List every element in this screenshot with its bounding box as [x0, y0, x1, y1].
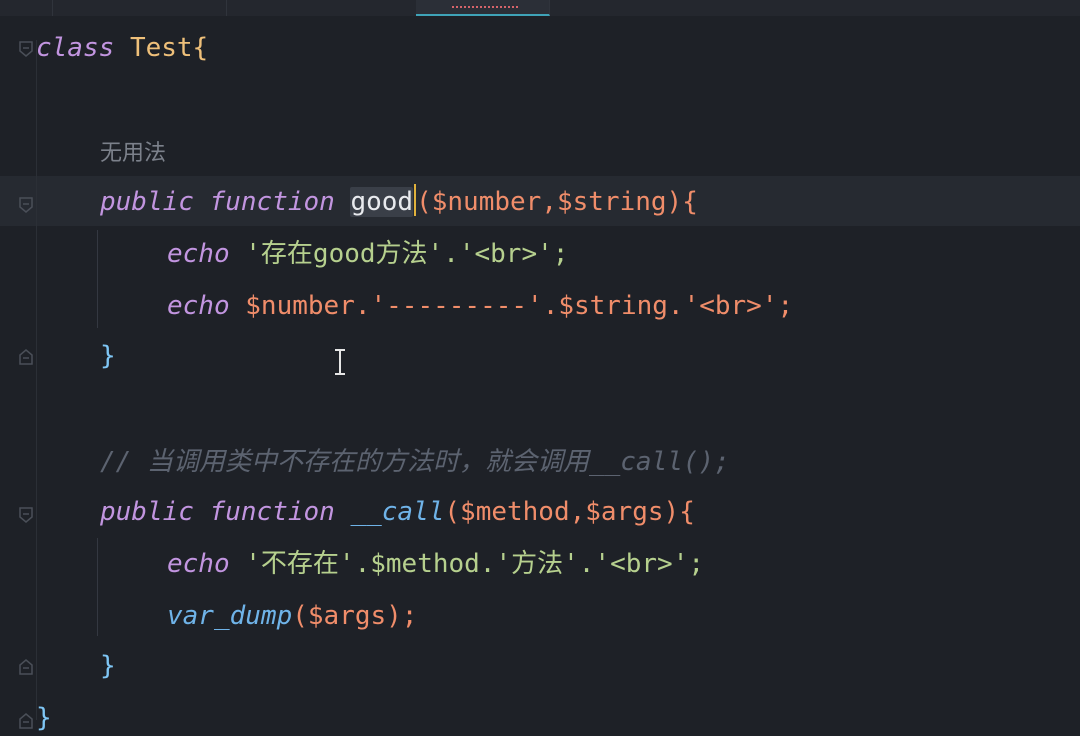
editor-tab[interactable]	[226, 0, 417, 16]
error-squiggle	[452, 2, 518, 8]
indent-guide	[97, 230, 98, 328]
closing-brace: }	[36, 703, 52, 733]
function-name: good	[350, 187, 414, 217]
usage-hint-label: 无用法	[100, 141, 167, 166]
function-name: __call	[350, 497, 445, 527]
code-line[interactable]: }	[100, 646, 116, 686]
keyword: public	[100, 497, 194, 527]
code-line[interactable]: echo '不存在'.$method.'方法'.'<br>';	[167, 544, 704, 584]
editor-tab-bar	[0, 0, 1080, 16]
code-line[interactable]: // 当调用类中不存在的方法时，就会调用__call();	[100, 442, 730, 482]
fold-open-icon[interactable]	[16, 40, 36, 58]
fold-open-icon[interactable]	[16, 196, 36, 214]
fold-open-icon[interactable]	[16, 506, 36, 524]
code-line[interactable]: }	[36, 698, 52, 736]
arguments: ($args);	[292, 601, 418, 631]
indent-guide	[36, 40, 37, 720]
fold-close-icon[interactable]	[16, 712, 36, 730]
parameters: ($number,$string){	[416, 187, 698, 217]
editor-tab[interactable]	[52, 0, 227, 16]
string-expression: '不存在'.$method.'方法'.'<br>';	[229, 549, 704, 579]
keyword: echo	[167, 239, 230, 269]
code-comment: // 当调用类中不存在的方法时，就会调用__call();	[100, 447, 730, 477]
code-line[interactable]: echo $number.'---------'.$string.'<br>';	[167, 286, 793, 326]
keyword: class	[36, 33, 115, 63]
code-editor[interactable]: class Test{ 无用法 public function good ($nu…	[0, 16, 1080, 736]
code-line[interactable]: }	[100, 336, 116, 376]
usage-hint[interactable]: 无用法	[100, 132, 166, 172]
keyword: function	[209, 497, 335, 527]
code-line[interactable]: echo '存在good方法'.'<br>';	[167, 234, 568, 274]
editor-tab[interactable]	[0, 0, 53, 16]
code-line[interactable]: public function __call($method,$args){	[100, 492, 695, 532]
keyword: echo	[167, 549, 230, 579]
function-call: var_dump	[167, 601, 293, 631]
class-name: Test{	[129, 33, 209, 63]
fold-close-icon[interactable]	[16, 658, 36, 676]
string-expression: '存在good方法'.'<br>';	[229, 239, 569, 269]
keyword: function	[209, 187, 335, 217]
code-line[interactable]: class Test{	[36, 28, 208, 68]
parameters: ($method,$args){	[444, 497, 695, 527]
keyword: echo	[167, 291, 230, 321]
keyword: public	[100, 187, 194, 217]
indent-guide	[97, 538, 98, 636]
code-line[interactable]: var_dump($args);	[167, 596, 417, 636]
fold-close-icon[interactable]	[16, 348, 36, 366]
code-line[interactable]: public function good ($number,$string){	[100, 182, 698, 222]
editor-tab-active[interactable]	[416, 0, 550, 16]
text-cursor-icon	[330, 348, 350, 376]
closing-brace: }	[100, 651, 116, 681]
closing-brace: }	[100, 341, 116, 371]
string-expression: $number.'---------'.$string.'<br>';	[229, 291, 794, 321]
